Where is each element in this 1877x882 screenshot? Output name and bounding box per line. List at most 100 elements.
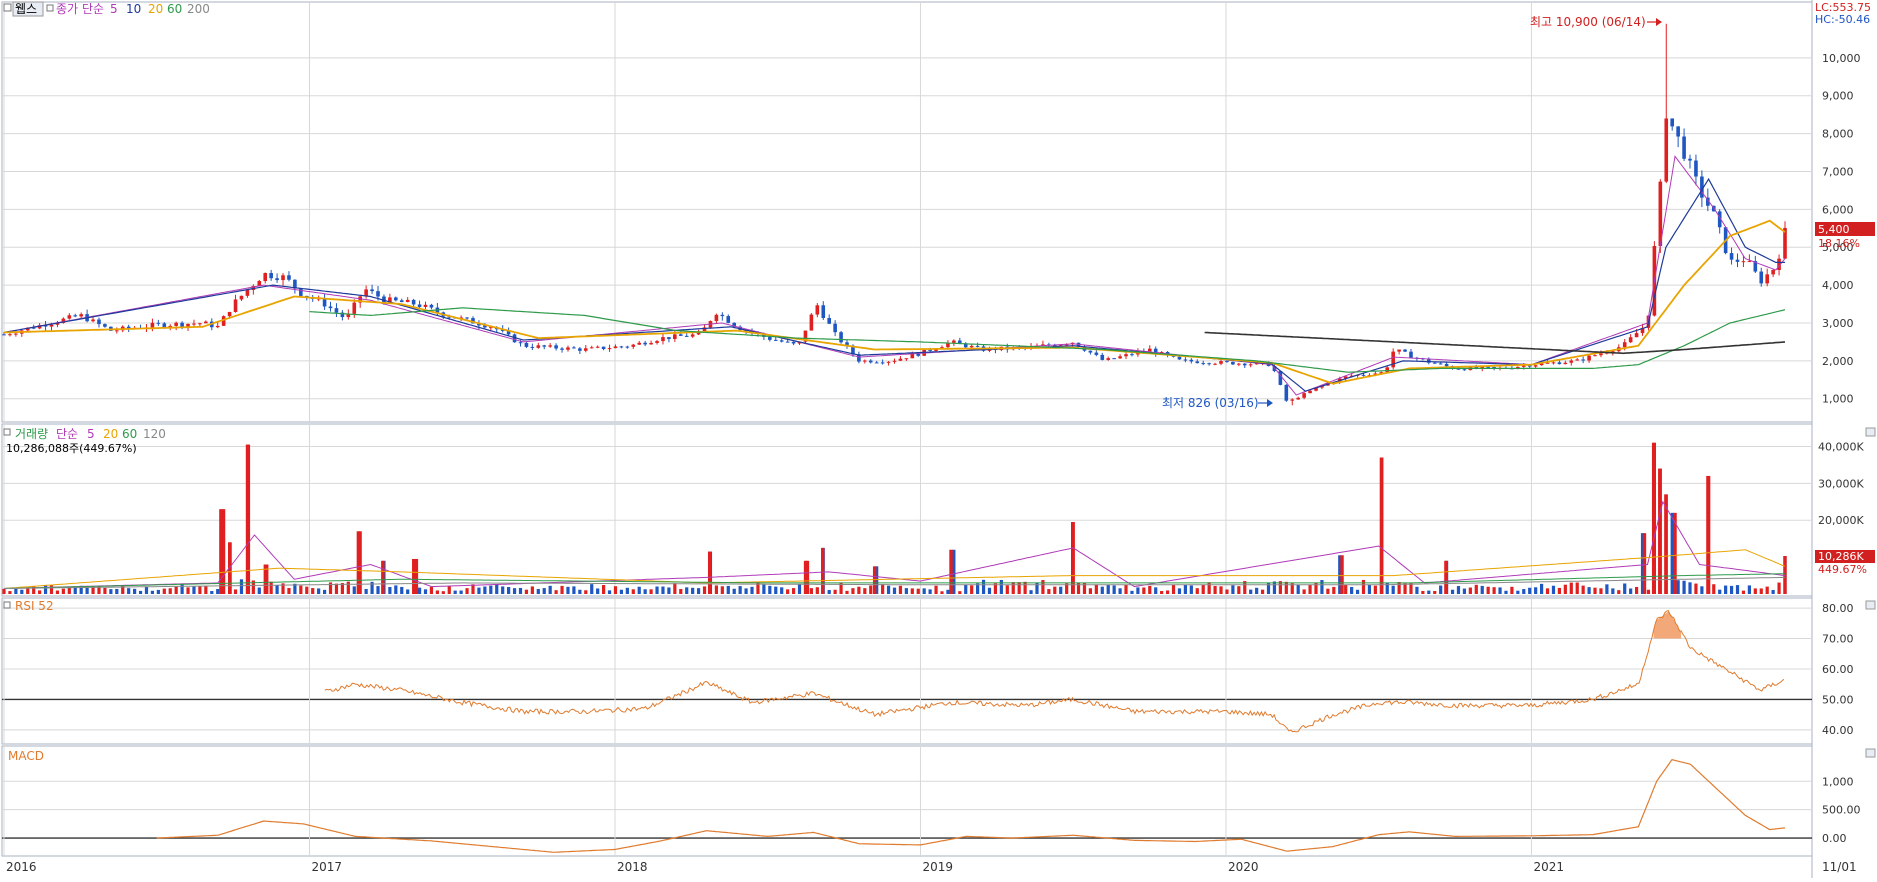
legend-ma200: 200 xyxy=(187,2,210,16)
volume-bar xyxy=(631,589,635,594)
candle-body xyxy=(714,314,719,322)
volume-bar xyxy=(352,586,356,594)
candle-body xyxy=(399,300,404,303)
volume-bar xyxy=(103,587,107,594)
candle-body xyxy=(536,345,541,348)
volume-bar xyxy=(55,590,60,594)
candle-body xyxy=(1783,227,1787,259)
volume-bar xyxy=(85,587,89,594)
candle-body xyxy=(429,304,434,308)
candle-body xyxy=(631,344,636,347)
candle-body xyxy=(204,321,208,324)
candle-body xyxy=(1183,359,1188,361)
rsi-panel-collapse-button[interactable] xyxy=(1865,600,1876,610)
volume-bar xyxy=(299,585,303,594)
rsi-ytick-label: 50.00 xyxy=(1822,693,1854,706)
candle-body xyxy=(352,302,357,314)
volume-bar xyxy=(67,587,71,594)
volume-bar xyxy=(643,589,647,594)
candle-body xyxy=(655,341,659,343)
volume-bar xyxy=(791,588,796,594)
candle-body xyxy=(156,322,161,324)
candle-body xyxy=(578,348,582,351)
candle-body xyxy=(281,275,285,281)
volume-bar xyxy=(495,584,499,594)
volume-bar xyxy=(477,587,481,594)
volume-bar xyxy=(774,586,778,594)
candle-body xyxy=(411,299,416,305)
candle-body xyxy=(1225,361,1229,363)
volume-bar xyxy=(750,586,754,594)
candle-body xyxy=(1593,355,1597,357)
candle-body xyxy=(162,323,167,328)
high-annotation: 최고 10,900 (06/14) xyxy=(1530,15,1662,29)
candle-body xyxy=(1112,358,1116,360)
volume-bar xyxy=(1213,585,1217,594)
volume-bar xyxy=(483,586,487,594)
volume-bar xyxy=(602,585,606,594)
candle-body xyxy=(1527,365,1532,367)
volume-bar xyxy=(447,585,451,594)
candle-body xyxy=(215,325,220,328)
volume-bar xyxy=(702,586,707,594)
volume-bar xyxy=(406,589,410,594)
volume-bar xyxy=(554,590,558,594)
candle-body xyxy=(649,342,653,345)
candle-body xyxy=(773,339,778,341)
candle-body xyxy=(1599,353,1603,356)
macd-ytick-label: 500.00 xyxy=(1822,804,1861,817)
low-annotation-text: 최저 826 (03/16) xyxy=(1162,396,1259,410)
candle-body xyxy=(334,308,339,313)
candle-body xyxy=(524,342,529,347)
candle-body xyxy=(1385,367,1390,373)
rsi-ytick-label: 70.00 xyxy=(1822,633,1854,646)
candle-body xyxy=(863,360,867,362)
volume-bar xyxy=(1005,585,1009,594)
candle-body xyxy=(8,334,12,336)
volume-bar xyxy=(1225,589,1229,594)
candle-body xyxy=(667,337,671,340)
candle-body xyxy=(969,345,974,348)
volume-spike-bar xyxy=(1658,468,1662,594)
volume-bar xyxy=(1617,590,1621,594)
candle-body xyxy=(1219,361,1223,364)
macd-ytick-label: 1,000 xyxy=(1822,775,1854,788)
volume-bar xyxy=(696,588,701,594)
volume-bar xyxy=(536,589,540,594)
last-volume-text: 10,286,088주(449.67%) xyxy=(6,442,137,455)
candle-body xyxy=(1581,359,1585,361)
volume-bar xyxy=(1735,585,1740,594)
volume-bar xyxy=(465,588,469,594)
volume-bar xyxy=(1047,589,1051,594)
macd-panel-collapse-button[interactable] xyxy=(1865,748,1876,758)
candle-body xyxy=(174,322,178,326)
candle-body xyxy=(227,311,232,317)
volume-bar xyxy=(1741,590,1746,594)
candle-body xyxy=(150,322,155,328)
volume-bar xyxy=(322,589,327,594)
candle-body xyxy=(49,324,54,327)
volume-bar xyxy=(886,585,891,594)
volume-bar xyxy=(863,588,867,594)
volume-bar xyxy=(1450,589,1455,594)
candle-body xyxy=(880,362,885,364)
volume-bar xyxy=(970,585,974,594)
volume-bar xyxy=(1646,589,1651,594)
candle-body xyxy=(370,289,374,292)
volume-bar xyxy=(1729,585,1734,594)
volume-panel-collapse-button[interactable] xyxy=(1865,427,1876,437)
volume-bar xyxy=(910,588,914,594)
candle-body xyxy=(874,362,879,364)
volume-bar xyxy=(756,581,760,594)
volume-bar xyxy=(1563,584,1567,594)
volume-spike-bar xyxy=(805,560,810,594)
volume-bar xyxy=(1474,584,1478,594)
chart-canvas[interactable]: 10,0009,0008,0007,0006,0005,0004,0003,00… xyxy=(0,0,1877,878)
volume-bar xyxy=(1510,586,1514,594)
legend-ma60: 60 xyxy=(167,2,182,16)
volume-bar xyxy=(566,586,570,594)
candle-body xyxy=(673,334,677,340)
volume-bar xyxy=(1486,586,1490,594)
volume-bar xyxy=(1266,582,1271,594)
candle-body xyxy=(1563,362,1568,365)
